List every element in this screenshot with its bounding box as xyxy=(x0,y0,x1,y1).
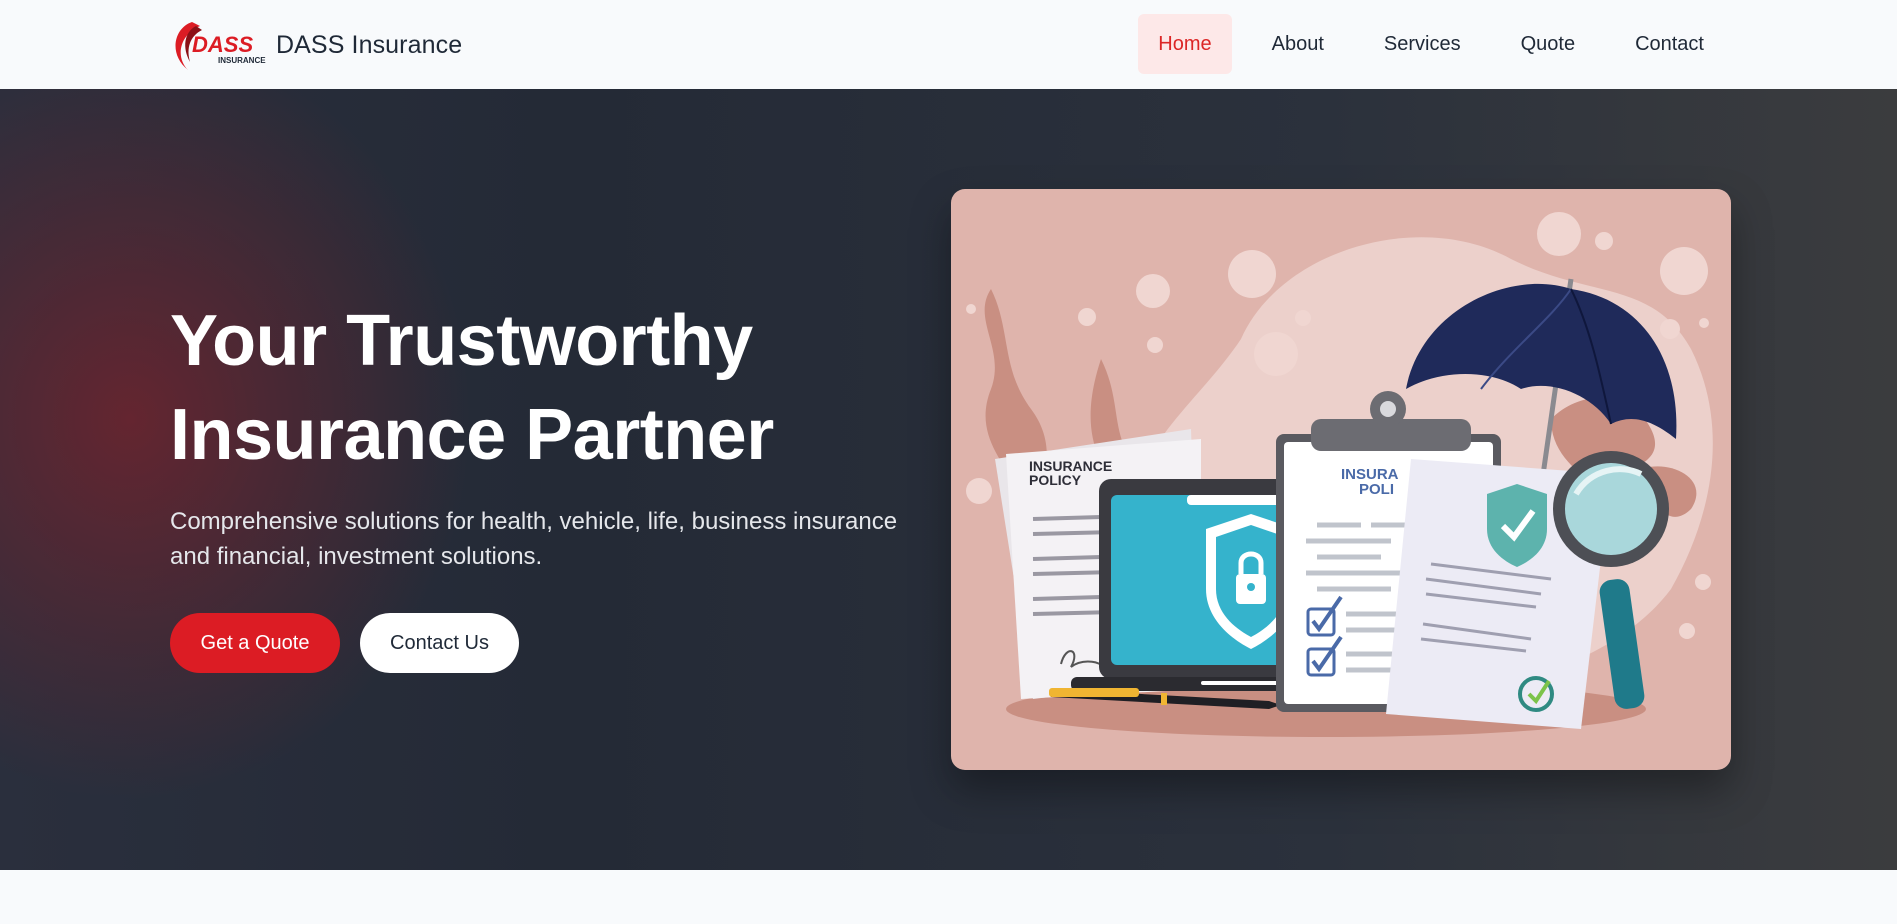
svg-text:POLI: POLI xyxy=(1359,481,1394,498)
nav-services[interactable]: Services xyxy=(1364,14,1481,74)
insurance-illustration: INSURANCE POLICY INSURA POLI xyxy=(951,189,1731,770)
hero-title: Your Trustworthy Insurance Partner xyxy=(170,294,930,482)
site-header: DASS INSURANCE DASS Insurance Home About… xyxy=(0,0,1897,89)
svg-text:DASS: DASS xyxy=(192,32,253,57)
nav-home[interactable]: Home xyxy=(1138,14,1232,74)
get-quote-button[interactable]: Get a Quote xyxy=(170,613,340,673)
nav-contact[interactable]: Contact xyxy=(1615,14,1724,74)
insurance-illustration-svg: INSURANCE POLICY INSURA POLI xyxy=(966,212,1713,737)
next-section-top xyxy=(0,870,1897,924)
nav-quote[interactable]: Quote xyxy=(1501,14,1595,74)
hero-section: Your Trustworthy Insurance Partner Compr… xyxy=(0,89,1897,870)
brand-logo[interactable]: DASS INSURANCE DASS Insurance xyxy=(170,18,462,72)
main-nav: Home About Services Quote Contact xyxy=(1138,14,1724,74)
hero-title-line-2: Insurance Partner xyxy=(170,395,774,475)
nav-about[interactable]: About xyxy=(1252,14,1344,74)
hero-subtitle: Comprehensive solutions for health, vehi… xyxy=(170,508,898,570)
hero-title-line-1: Your Trustworthy xyxy=(170,301,753,381)
contact-us-button[interactable]: Contact Us xyxy=(360,613,519,673)
dass-logo-icon: DASS INSURANCE xyxy=(175,22,266,70)
svg-text:INSURANCE: INSURANCE xyxy=(218,56,266,65)
svg-text:POLICY: POLICY xyxy=(1029,472,1082,488)
brand-name: DASS Insurance xyxy=(276,30,463,59)
